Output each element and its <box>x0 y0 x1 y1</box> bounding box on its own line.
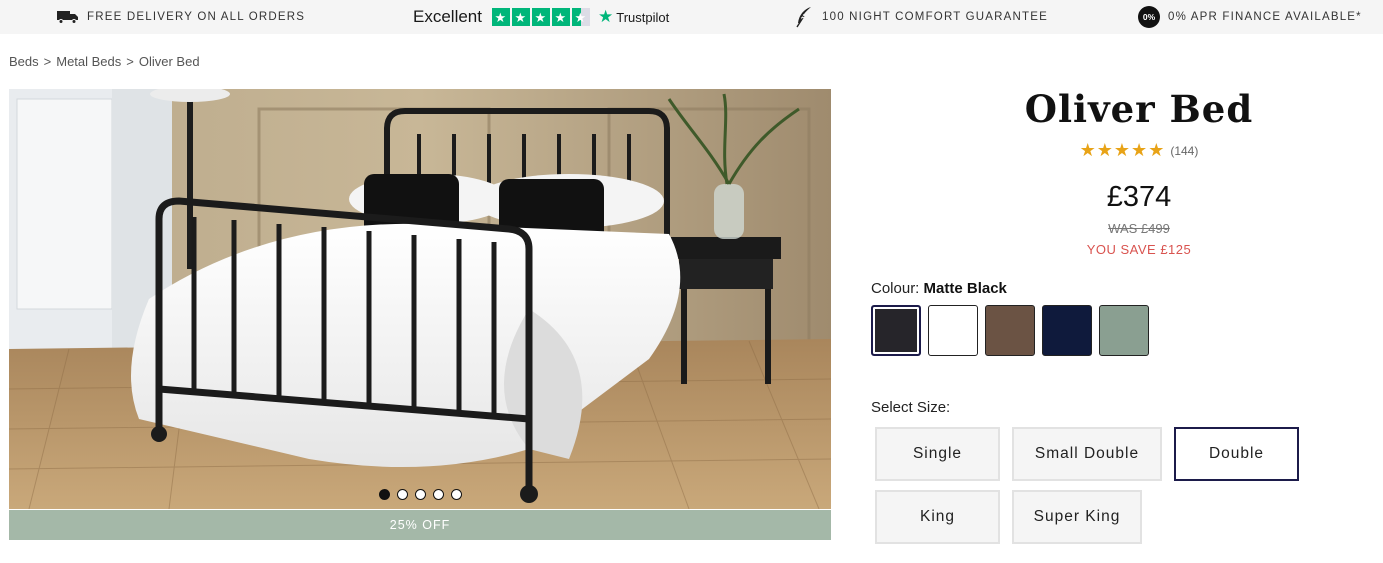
trustpilot-star-icon: ★ <box>511 8 530 26</box>
trustpilot-logo-star-icon: ★ <box>597 7 614 26</box>
breadcrumb-link-beds[interactable]: Beds <box>9 54 39 69</box>
finance-text: 0% APR FINANCE AVAILABLE* <box>1168 11 1362 23</box>
swatch-brown[interactable] <box>985 305 1035 356</box>
product-rating[interactable]: ★★★★★ (144) <box>900 140 1378 161</box>
product-image <box>9 89 831 509</box>
guarantee-text: 100 NIGHT COMFORT GUARANTEE <box>822 11 1049 23</box>
trustpilot-star-icon: ★ <box>551 8 570 26</box>
product-title: Oliver Bed <box>1024 87 1254 131</box>
breadcrumb: Beds > Metal Beds > Oliver Bed <box>9 54 200 69</box>
trustpilot-logo: ★ Trustpilot <box>598 7 669 27</box>
colour-swatches <box>871 305 1149 356</box>
was-price: WAS £499 <box>1108 221 1170 236</box>
delivery-truck-icon <box>57 10 79 24</box>
trustpilot-star-icon: ★ <box>531 8 550 26</box>
trust-rating-text: Excellent <box>413 7 482 26</box>
usp-guarantee: 100 NIGHT COMFORT GUARANTEE <box>795 0 1048 34</box>
trustpilot-star-icon: ★ <box>491 8 510 26</box>
promo-banner: 25% OFF <box>9 510 831 540</box>
product-image-gallery[interactable] <box>9 89 831 509</box>
carousel-dot[interactable] <box>433 489 444 500</box>
usp-finance[interactable]: 0% 0% APR FINANCE AVAILABLE* <box>1138 0 1362 34</box>
colour-label: Colour: Matte Black <box>871 280 1007 297</box>
finance-badge-icon: 0% <box>1138 6 1160 28</box>
trustpilot-half-star-icon: ★ <box>571 8 590 26</box>
selected-colour-name: Matte Black <box>923 280 1007 297</box>
carousel-dot[interactable] <box>397 489 408 500</box>
swatch-white[interactable] <box>928 305 978 356</box>
carousel-dot[interactable] <box>379 489 390 500</box>
swatch-matte-black[interactable] <box>871 305 921 356</box>
size-option-king[interactable]: King <box>875 490 1000 544</box>
trustpilot-brand: Trustpilot <box>616 9 670 25</box>
trustpilot-widget[interactable]: Excellent ★ ★ ★ ★ ★ ★ Trustpilot <box>413 0 669 34</box>
breadcrumb-chevron-icon: > <box>126 54 134 69</box>
size-option-super-king[interactable]: Super King <box>1012 490 1142 544</box>
breadcrumb-link-metal-beds[interactable]: Metal Beds <box>56 54 121 69</box>
carousel-dot[interactable] <box>415 489 426 500</box>
swatch-sage[interactable] <box>1099 305 1149 356</box>
breadcrumb-current[interactable]: Oliver Bed <box>139 54 200 69</box>
usp-delivery: FREE DELIVERY ON ALL ORDERS <box>57 0 305 34</box>
breadcrumb-chevron-icon: > <box>43 54 52 69</box>
size-option-double[interactable]: Double <box>1174 427 1299 481</box>
saving-text: YOU SAVE £125 <box>1086 242 1192 257</box>
carousel-dots <box>379 489 462 500</box>
size-option-small-double[interactable]: Small Double <box>1012 427 1162 481</box>
trustpilot-stars: ★ ★ ★ ★ ★ <box>491 8 590 26</box>
review-count[interactable]: (144) <box>1170 144 1198 158</box>
colour-label-prefix: Colour: <box>871 280 920 297</box>
feather-icon <box>795 6 813 28</box>
size-option-single[interactable]: Single <box>875 427 1000 481</box>
usp-bar: FREE DELIVERY ON ALL ORDERS Excellent ★ … <box>0 0 1383 34</box>
swatch-navy[interactable] <box>1042 305 1092 356</box>
rating-stars-icon: ★★★★★ <box>1079 140 1166 160</box>
carousel-dot[interactable] <box>451 489 462 500</box>
current-price: £374 <box>1106 181 1172 213</box>
delivery-text: FREE DELIVERY ON ALL ORDERS <box>87 11 306 23</box>
size-label: Select Size: <box>871 399 951 416</box>
